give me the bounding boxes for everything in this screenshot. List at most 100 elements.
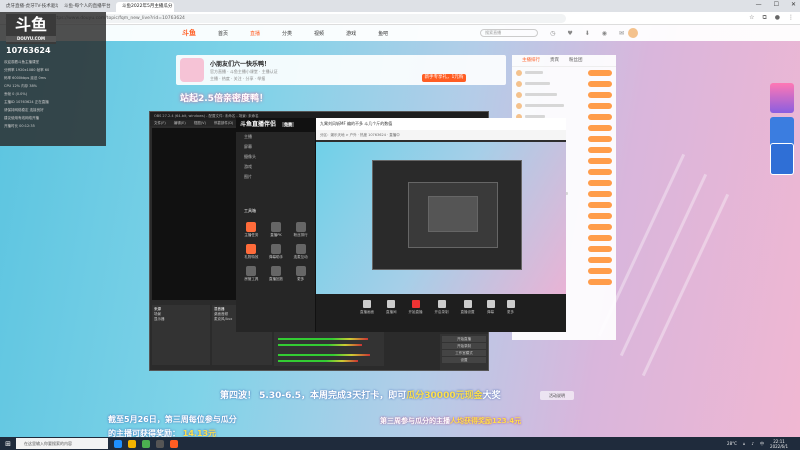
obs-start-recording-button[interactable]: 开始录制 bbox=[442, 343, 486, 349]
preview-toolbar-button[interactable]: 直播画面 bbox=[360, 300, 374, 332]
toolbar-label: 直播设置 bbox=[460, 310, 475, 314]
promo-line-1: 第四波！ 5.30-6.5，本周完成3天打卡，即可瓜分30000元现金大奖 bbox=[220, 388, 501, 401]
assistant-source[interactable]: 主播 bbox=[236, 132, 315, 142]
profile-icon[interactable]: ● bbox=[775, 14, 780, 22]
input-language[interactable]: 中 bbox=[760, 441, 764, 447]
preview-toolbar-button[interactable]: 更多 bbox=[506, 300, 515, 332]
browser-tab[interactable]: 斗鱼-每个人的直播平台 bbox=[58, 2, 116, 12]
tool-item[interactable]: 粉丝排行 bbox=[289, 222, 312, 238]
tool-item[interactable]: 房管工具 bbox=[240, 266, 263, 282]
follow-icon[interactable]: ♥ bbox=[567, 30, 572, 37]
extensions-icon[interactable]: ⧉ bbox=[762, 14, 766, 22]
promo-highlight: 人均获得奖励123.4元 bbox=[450, 417, 522, 425]
obs-start-streaming-button[interactable]: 开始直播 bbox=[442, 336, 486, 342]
obs-scene-item[interactable]: 显示器 bbox=[154, 317, 208, 322]
assistant-source[interactable]: 屏幕 bbox=[236, 142, 315, 152]
event-banner: 站起2.5倍亲密度鸭！ bbox=[180, 94, 268, 104]
star-icon[interactable]: ☆ bbox=[749, 14, 754, 22]
tool-icon bbox=[295, 244, 306, 254]
tool-item[interactable]: 连麦互动 bbox=[289, 244, 312, 260]
chrome-icon[interactable] bbox=[142, 439, 150, 448]
obs-menu-item[interactable]: 视图(V) bbox=[194, 120, 206, 126]
chat-tab[interactable]: 主播排行 bbox=[522, 55, 540, 66]
reward-widget[interactable] bbox=[770, 143, 794, 175]
chat-tab[interactable]: 贵宾 bbox=[550, 55, 559, 66]
browser-tab[interactable]: 虎牙直播-虎牙TV-技术驱动娱乐 bbox=[0, 2, 58, 12]
preview-screen bbox=[316, 142, 566, 294]
room-id: 10763624 bbox=[6, 46, 51, 55]
edge-icon[interactable] bbox=[114, 439, 122, 448]
chat-tab[interactable]: 粉丝团 bbox=[569, 55, 583, 66]
obs-icon[interactable] bbox=[156, 439, 164, 448]
tool-label: 主播任务 bbox=[244, 233, 259, 237]
maximize-button[interactable]: ☐ bbox=[774, 1, 779, 8]
tool-item[interactable]: 主播任务 bbox=[240, 222, 263, 238]
rules-button[interactable]: 活动说明 bbox=[540, 391, 574, 400]
browser-tab-active[interactable]: 斗鱼2022年5月主播瓜分 bbox=[116, 2, 174, 12]
explorer-icon[interactable] bbox=[128, 439, 136, 448]
stats-line: 码率 6000kbps 延迟 0ms bbox=[4, 76, 46, 80]
preview-toolbar-button[interactable]: 直播间 bbox=[386, 300, 397, 332]
user-avatar-icon[interactable] bbox=[516, 80, 522, 87]
stats-line: CPU 12% 内存 38% bbox=[4, 84, 38, 88]
obs-settings-button[interactable]: 设置 bbox=[442, 357, 486, 363]
network-icon[interactable]: ⌂ bbox=[743, 441, 746, 446]
tool-item[interactable]: 弹幕助手 bbox=[265, 244, 288, 260]
assistant-source[interactable]: 摄像头 bbox=[236, 152, 315, 162]
assistant-source[interactable]: 游戏 bbox=[236, 162, 315, 172]
user-avatar-icon[interactable] bbox=[516, 69, 522, 76]
url-field[interactable]: https://www.douyu.com/topic/fqm_new_live… bbox=[46, 13, 566, 23]
nav-item-home[interactable]: 首页 bbox=[218, 30, 228, 37]
tool-icon bbox=[246, 244, 257, 254]
obs-menu-item[interactable]: 文件(F) bbox=[154, 120, 166, 126]
obs-menu-item[interactable]: 停靠部件(D) bbox=[214, 120, 233, 126]
tool-item[interactable]: 礼物特效 bbox=[240, 244, 263, 260]
message-icon[interactable]: ✉ bbox=[619, 30, 624, 37]
preview-toolbar-button[interactable]: 开启录制 bbox=[435, 300, 449, 332]
promo-highlight: 瓜分30000元现金 bbox=[406, 391, 483, 401]
broadcast-icon[interactable]: ◉ bbox=[602, 30, 607, 37]
streamer-avatar[interactable] bbox=[180, 58, 204, 82]
site-search-input[interactable]: 搜索直播 bbox=[480, 29, 539, 37]
site-logo[interactable]: 斗鱼 bbox=[182, 28, 196, 38]
nav-item-video[interactable]: 视频 bbox=[314, 30, 324, 37]
volume-icon[interactable]: ♪ bbox=[751, 441, 754, 446]
tool-icon bbox=[295, 222, 306, 232]
preview-toolbar-button[interactable]: 弹幕 bbox=[486, 300, 495, 332]
tool-item[interactable]: 更多 bbox=[289, 266, 312, 282]
tool-label: 更多 bbox=[297, 277, 305, 281]
nav-item-live[interactable]: 直播 bbox=[250, 30, 260, 37]
tool-item[interactable]: 直播PK bbox=[265, 222, 288, 238]
history-icon[interactable]: ◷ bbox=[550, 30, 555, 37]
nav-item-category[interactable]: 分类 bbox=[282, 30, 292, 37]
minimize-button[interactable]: — bbox=[756, 1, 762, 8]
toolbar-label: 开启录制 bbox=[434, 310, 449, 314]
user-avatar-icon[interactable] bbox=[516, 91, 522, 98]
nav-item-game[interactable]: 游戏 bbox=[346, 30, 356, 37]
preview-toolbar-button[interactable]: 开始直播 bbox=[409, 300, 423, 332]
obs-studio-mode-button[interactable]: 工作室模式 bbox=[442, 350, 486, 356]
start-button[interactable]: ⊞ bbox=[0, 440, 16, 448]
clock[interactable]: 22:11 2022/6/1 bbox=[770, 439, 788, 449]
download-icon[interactable]: ⬇ bbox=[585, 30, 590, 37]
gift-purchase-button[interactable]: 新手专享礼，1元购 bbox=[422, 74, 466, 82]
close-button[interactable]: ✕ bbox=[791, 1, 796, 8]
preview-toolbar-button[interactable]: 直播设置 bbox=[461, 300, 475, 332]
event-widget[interactable] bbox=[770, 83, 794, 113]
user-avatar[interactable] bbox=[628, 28, 639, 38]
system-tray: 28°C ⌂ ♪ 中 22:11 2022/6/1 bbox=[727, 439, 800, 449]
promo-text: 第四波！ 5.30-6.5，本周完成3天打卡，即可 bbox=[220, 391, 407, 401]
live-preview-panel: 九霄刘风斩MF 编的不多 斗几个斤的数值 分区：娱乐天地 > 户外 · 热度 1… bbox=[316, 118, 566, 332]
site-header: 斗鱼 首页 直播 分类 视频 游戏 鱼吧 搜索直播 ◷ ♥ ⬇ ◉ ✉ bbox=[0, 25, 800, 41]
assistant-source[interactable]: 图片 bbox=[236, 172, 315, 182]
nav-item-yuba[interactable]: 鱼吧 bbox=[378, 30, 388, 37]
badge-icon bbox=[588, 223, 612, 230]
assistant-badge: 免费 bbox=[282, 122, 295, 127]
douyu-icon[interactable] bbox=[170, 439, 178, 448]
tool-item[interactable]: 直播回放 bbox=[265, 266, 288, 282]
badge-icon bbox=[588, 135, 612, 142]
user-avatar-icon[interactable] bbox=[516, 102, 522, 109]
menu-icon[interactable]: ⋮ bbox=[788, 14, 794, 22]
obs-menu-item[interactable]: 编辑(E) bbox=[174, 120, 186, 126]
taskbar-search[interactable]: 在这里输入你要搜索的内容 bbox=[16, 438, 108, 449]
